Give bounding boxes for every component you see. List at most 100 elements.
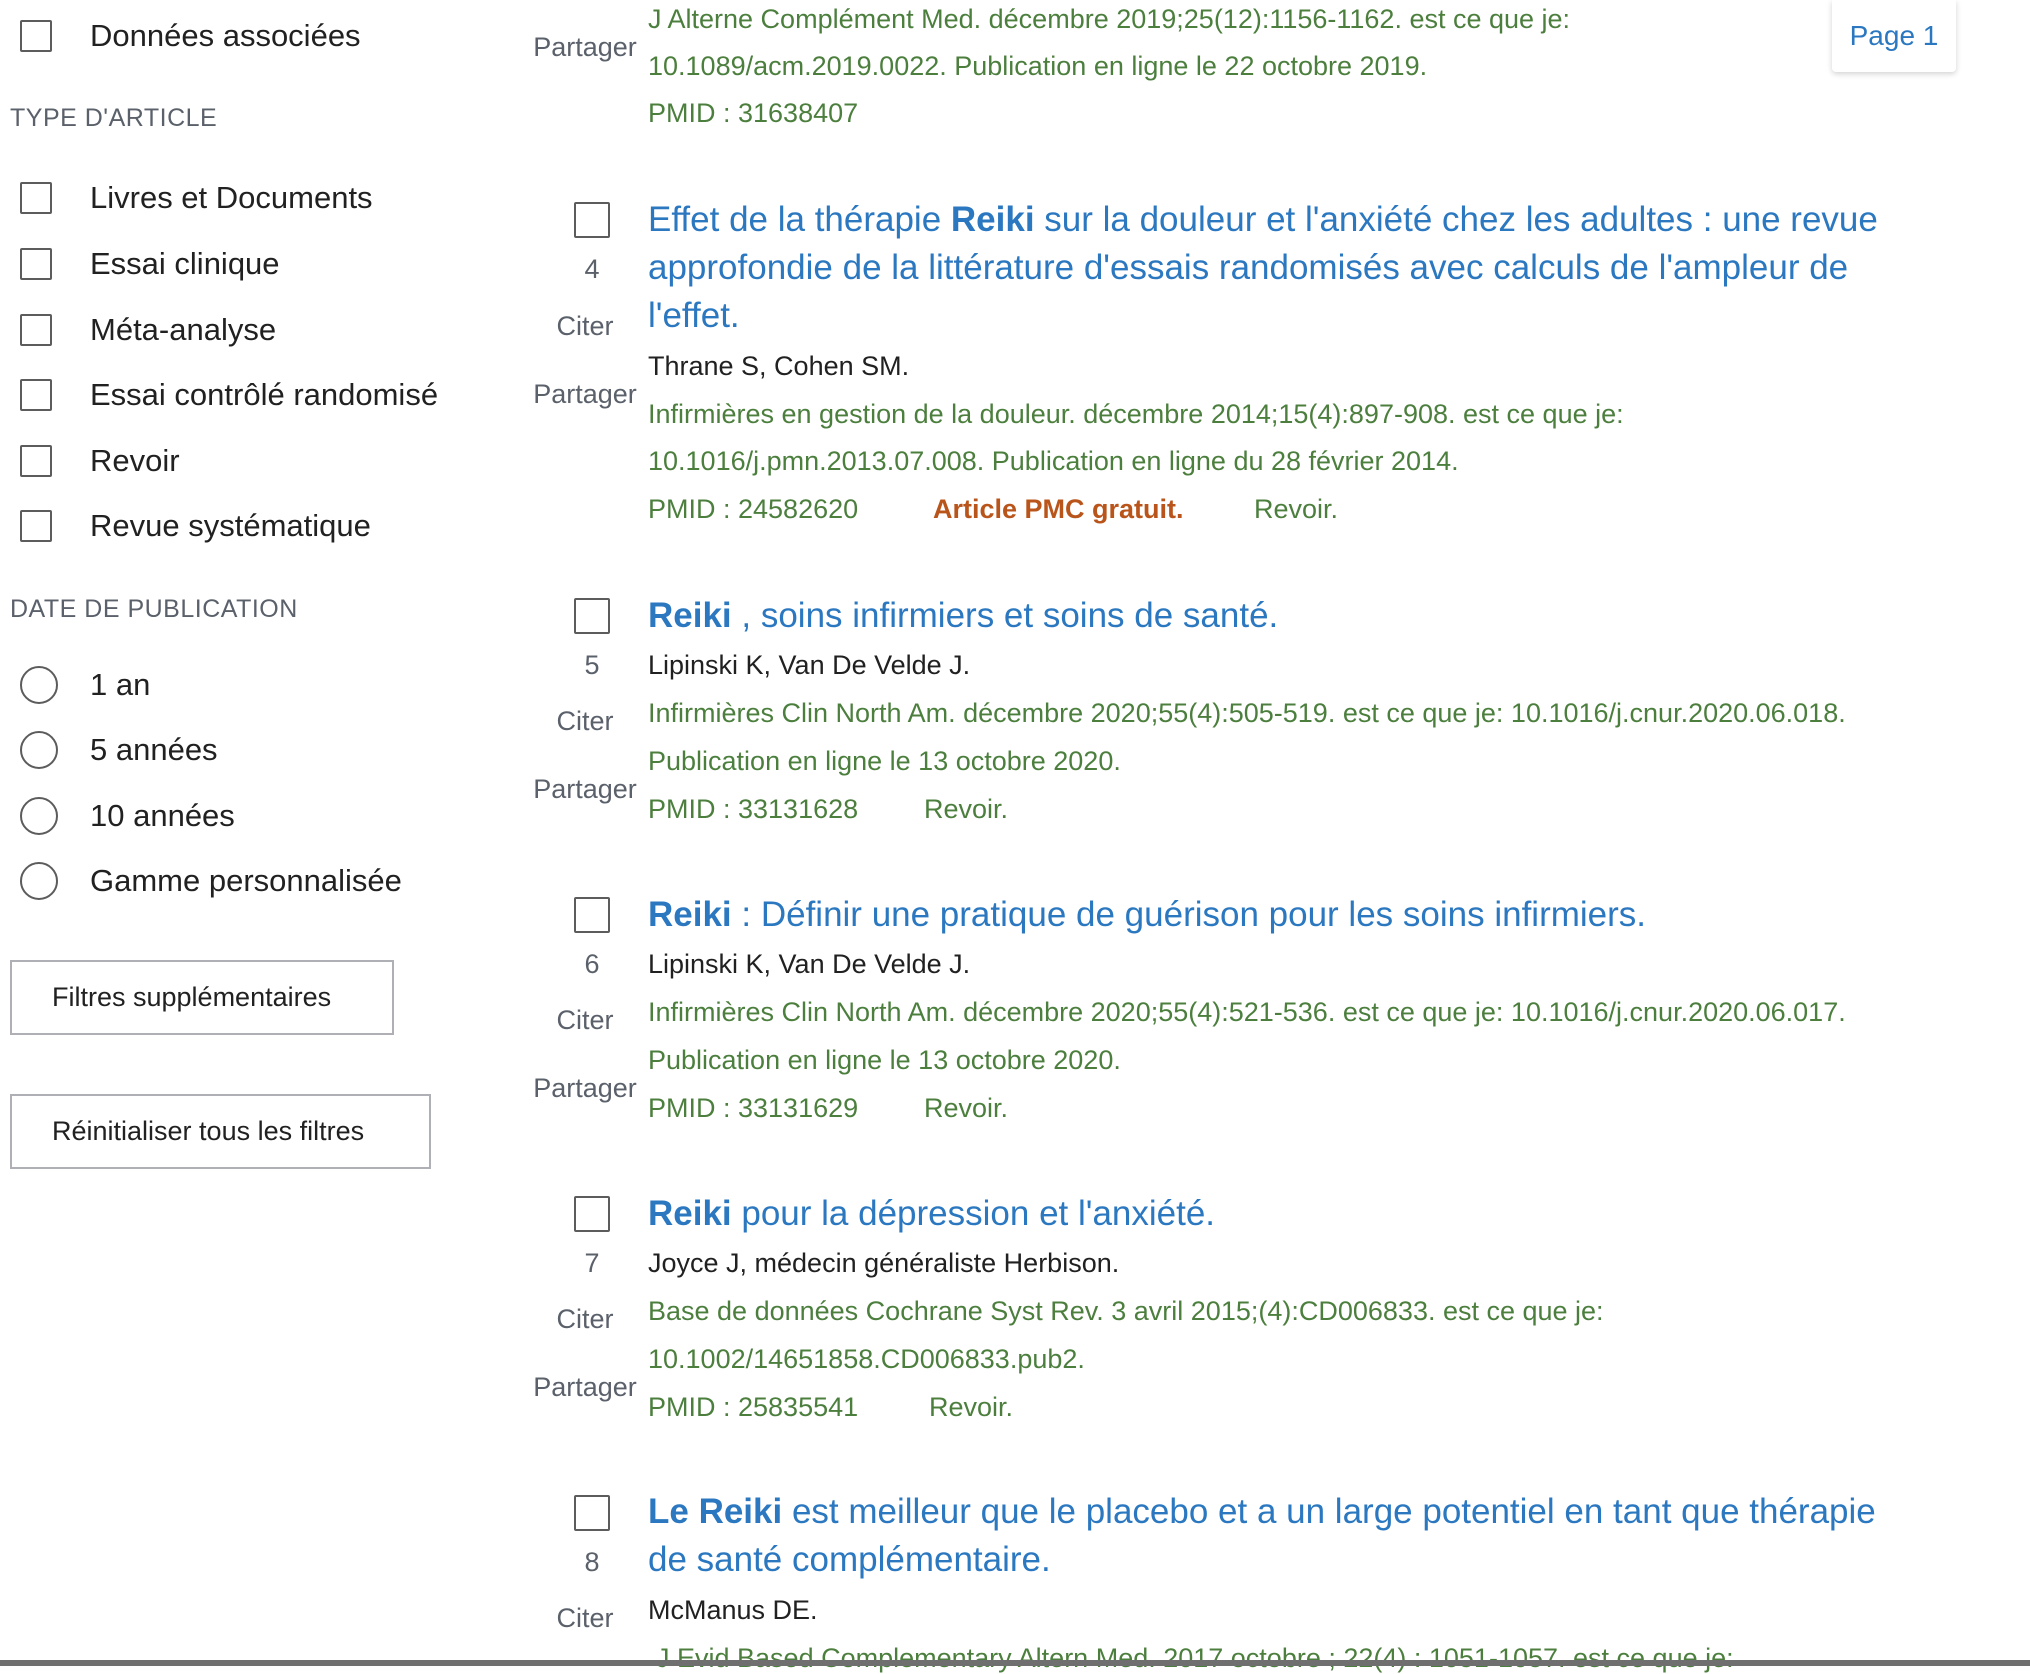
result-number: 5 <box>584 650 600 680</box>
share-button[interactable]: Partager <box>530 1073 640 1104</box>
filter-label: Données associées <box>90 18 361 53</box>
title-text: , soins infirmiers et soins de santé. <box>731 596 1279 635</box>
title-text: pour la dépression et l'anxiété. <box>731 1194 1216 1233</box>
share-button[interactable]: Partager <box>530 1372 640 1403</box>
books-documents-checkbox[interactable] <box>20 182 52 214</box>
date-1-year-radio[interactable] <box>20 666 58 704</box>
result-number: 6 <box>584 949 600 979</box>
filter-label: 5 années <box>90 732 218 767</box>
pmid: PMID : 31638407 <box>648 98 859 128</box>
share-button[interactable]: Partager <box>530 774 640 805</box>
meta-analysis-checkbox[interactable] <box>20 314 52 346</box>
citation-text: Publication en ligne le 13 octobre 2020. <box>648 1045 1121 1075</box>
citation-text: J Alterne Complément Med. décembre 2019;… <box>648 4 1571 34</box>
result-title-link[interactable]: Reiki , soins infirmiers et soins de san… <box>648 592 1278 640</box>
title-text: sur la douleur et l'anxiété chez les adu… <box>1034 200 1878 239</box>
filter-label: Essai clinique <box>90 246 280 281</box>
filter-books-documents[interactable]: Livres et Documents <box>20 180 373 216</box>
result-select-checkbox[interactable] <box>574 1495 610 1531</box>
article-type-tag: Revoir. <box>924 794 1009 824</box>
authors: Lipinski K, Van De Velde J. <box>648 650 971 680</box>
cite-button[interactable]: Citer <box>530 311 640 342</box>
filter-label: Méta-analyse <box>90 312 277 347</box>
article-type-tag: Revoir. <box>1254 494 1339 524</box>
title-highlight: Reiki <box>648 1194 732 1233</box>
reset-filters-button[interactable]: Réinitialiser tous les filtres <box>10 1094 431 1169</box>
filter-date-10-years[interactable]: 10 années <box>20 797 235 835</box>
filter-label: 10 années <box>90 798 235 833</box>
filter-label: Gamme personnalisée <box>90 863 402 898</box>
result-title-link[interactable]: approfondie de la littérature d'essais r… <box>648 244 1848 292</box>
authors: Joyce J, médecin généraliste Herbison. <box>648 1248 1120 1278</box>
article-type-tag: Revoir. <box>924 1093 1009 1123</box>
filter-label: Essai contrôlé randomisé <box>90 377 439 412</box>
pmid: PMID : 33131629 <box>648 1093 859 1123</box>
title-highlight: Reiki <box>648 596 732 635</box>
result-title-link[interactable]: Reiki : Définir une pratique de guérison… <box>648 891 1646 939</box>
citation-text: J Evid Based Complementary Altern Med. 2… <box>656 1643 1734 1673</box>
title-highlight: Le Reiki <box>648 1492 783 1531</box>
authors: McManus DE. <box>648 1595 818 1625</box>
result-select-checkbox[interactable] <box>574 1196 610 1232</box>
filter-label: Revue systématique <box>90 508 371 543</box>
page-indicator[interactable]: Page 1 <box>1832 0 1956 72</box>
authors: Lipinski K, Van De Velde J. <box>648 949 971 979</box>
more-filters-button[interactable]: Filtres supplémentaires <box>10 960 394 1035</box>
pmid: PMID : 25835541 <box>648 1392 859 1422</box>
cite-button[interactable]: Citer <box>530 1304 640 1335</box>
date-5-years-radio[interactable] <box>20 731 58 769</box>
filters-sidebar: Données associées TYPE D'ARTICLE Livres … <box>0 0 480 1666</box>
result-title-link[interactable]: l'effet. <box>648 292 740 340</box>
share-button[interactable]: Partager <box>530 32 640 63</box>
title-text: : Définir une pratique de guérison pour … <box>731 895 1646 934</box>
result-select-checkbox[interactable] <box>574 897 610 933</box>
cite-button[interactable]: Citer <box>530 1603 640 1634</box>
pmid: PMID : 24582620 <box>648 494 859 524</box>
rct-checkbox[interactable] <box>20 379 52 411</box>
filter-label: Livres et Documents <box>90 180 373 215</box>
window-bottom-edge <box>0 1660 2030 1666</box>
free-pmc-article-badge[interactable]: Article PMC gratuit. <box>933 494 1184 525</box>
filter-date-custom-range[interactable]: Gamme personnalisée <box>20 862 402 900</box>
result-title-link[interactable]: Le Reiki est meilleur que le placebo et … <box>648 1488 1876 1536</box>
filter-label: 1 an <box>90 667 151 702</box>
date-10-years-radio[interactable] <box>20 797 58 835</box>
cite-button[interactable]: Citer <box>530 706 640 737</box>
filter-date-5-years[interactable]: 5 années <box>20 731 218 769</box>
result-number: 8 <box>584 1547 600 1577</box>
result-title-link[interactable]: Reiki pour la dépression et l'anxiété. <box>648 1190 1215 1238</box>
result-title-link[interactable]: de santé complémentaire. <box>648 1536 1051 1584</box>
clinical-trial-checkbox[interactable] <box>20 248 52 280</box>
article-type-heading: TYPE D'ARTICLE <box>10 104 218 132</box>
filter-associated-data[interactable]: Données associées <box>20 18 361 54</box>
systematic-review-checkbox[interactable] <box>20 510 52 542</box>
filter-date-1-year[interactable]: 1 an <box>20 666 150 704</box>
article-type-tag: Revoir. <box>929 1392 1014 1422</box>
result-number: 7 <box>584 1248 600 1278</box>
review-checkbox[interactable] <box>20 445 52 477</box>
authors: Thrane S, Cohen SM. <box>648 351 910 381</box>
filter-review[interactable]: Revoir <box>20 443 180 479</box>
associated-data-checkbox[interactable] <box>20 20 52 52</box>
result-select-checkbox[interactable] <box>574 598 610 634</box>
result-number: 4 <box>584 254 600 284</box>
date-custom-range-radio[interactable] <box>20 862 58 900</box>
filter-rct[interactable]: Essai contrôlé randomisé <box>20 377 438 413</box>
citation-text: 10.1089/acm.2019.0022. Publication en li… <box>648 51 1428 81</box>
filter-clinical-trial[interactable]: Essai clinique <box>20 246 280 282</box>
citation-text: 10.1002/14651858.CD006833.pub2. <box>648 1344 1085 1374</box>
pmid: PMID : 33131628 <box>648 794 859 824</box>
result-select-checkbox[interactable] <box>574 202 610 238</box>
citation-text: Infirmières Clin North Am. décembre 2020… <box>648 698 1846 728</box>
filter-label: Revoir <box>90 443 180 478</box>
citation-text: Infirmières Clin North Am. décembre 2020… <box>648 997 1846 1027</box>
filter-systematic-review[interactable]: Revue systématique <box>20 508 371 544</box>
cite-button[interactable]: Citer <box>530 1005 640 1036</box>
filter-meta-analysis[interactable]: Méta-analyse <box>20 312 276 348</box>
title-text: est meilleur que le placebo et a un larg… <box>782 1492 1876 1531</box>
publication-date-heading: DATE DE PUBLICATION <box>10 595 298 623</box>
title-highlight: Reiki <box>648 895 732 934</box>
result-title-link[interactable]: Effet de la thérapie Reiki sur la douleu… <box>648 196 1878 244</box>
citation-text: Infirmières en gestion de la douleur. dé… <box>648 399 1624 429</box>
share-button[interactable]: Partager <box>530 379 640 410</box>
